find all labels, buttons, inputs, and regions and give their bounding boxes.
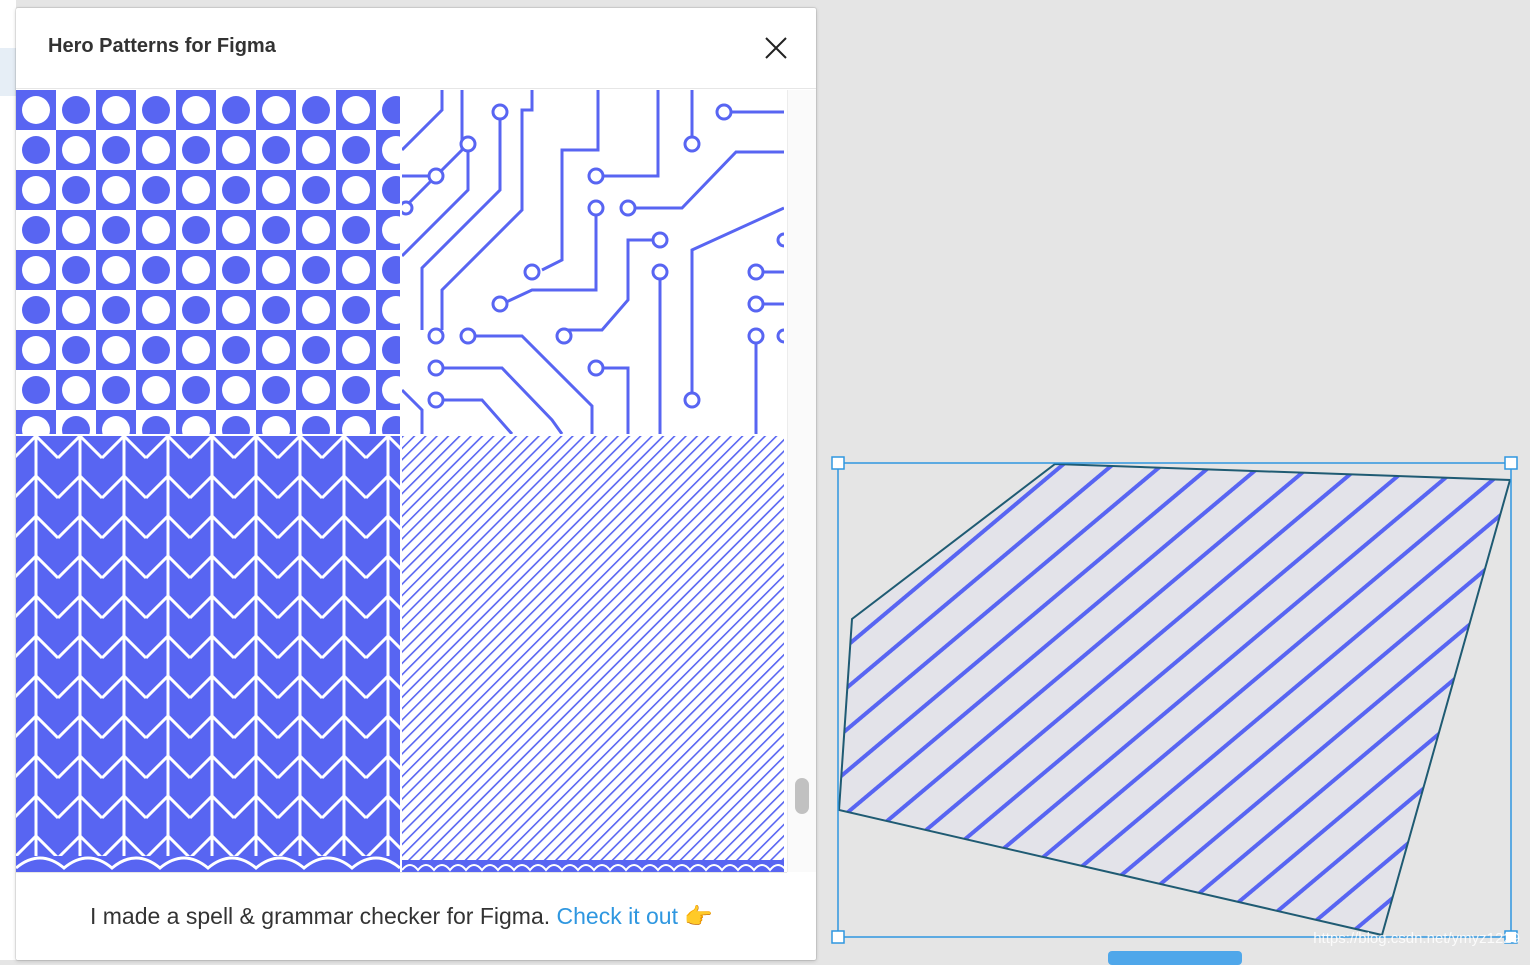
pattern-tile-diagonal-lines[interactable] — [402, 436, 784, 872]
pointing-hand-icon: 👉 — [684, 903, 714, 929]
pattern-tile-circuit-board[interactable] — [402, 90, 784, 434]
pattern-tile-polka-dots[interactable] — [16, 90, 400, 434]
footer-message: I made a spell & grammar checker for Fig… — [16, 903, 787, 930]
layer-highlight — [0, 48, 16, 96]
resize-handle-bottom-left — [831, 930, 845, 944]
pattern-tile-chevron[interactable] — [16, 436, 400, 872]
watermark: https://blog.csdn.net/ymyz1229 — [1313, 930, 1520, 947]
scrollbar-track[interactable] — [787, 90, 816, 872]
plugin-header: Hero Patterns for Figma — [16, 8, 816, 89]
plugin-window: Hero Patterns for Figma I made a spell &… — [16, 8, 816, 960]
scrollbar-thumb[interactable] — [795, 778, 809, 814]
figma-canvas[interactable] — [817, 0, 1530, 965]
canvas-left-edge — [0, 0, 16, 960]
check-it-out-link[interactable]: Check it out — [557, 903, 678, 929]
resize-handle-top-left — [831, 456, 845, 470]
footer-text: I made a spell & grammar checker for Fig… — [89, 903, 551, 929]
close-button[interactable] — [756, 28, 796, 68]
plugin-footer: I made a spell & grammar checker for Fig… — [16, 872, 787, 960]
size-badge — [1108, 951, 1242, 965]
close-icon — [765, 37, 787, 59]
pattern-grid — [16, 90, 784, 872]
selected-polygon — [837, 462, 1512, 937]
resize-handle-top-right — [1504, 456, 1518, 470]
plugin-title: Hero Patterns for Figma — [48, 35, 276, 57]
